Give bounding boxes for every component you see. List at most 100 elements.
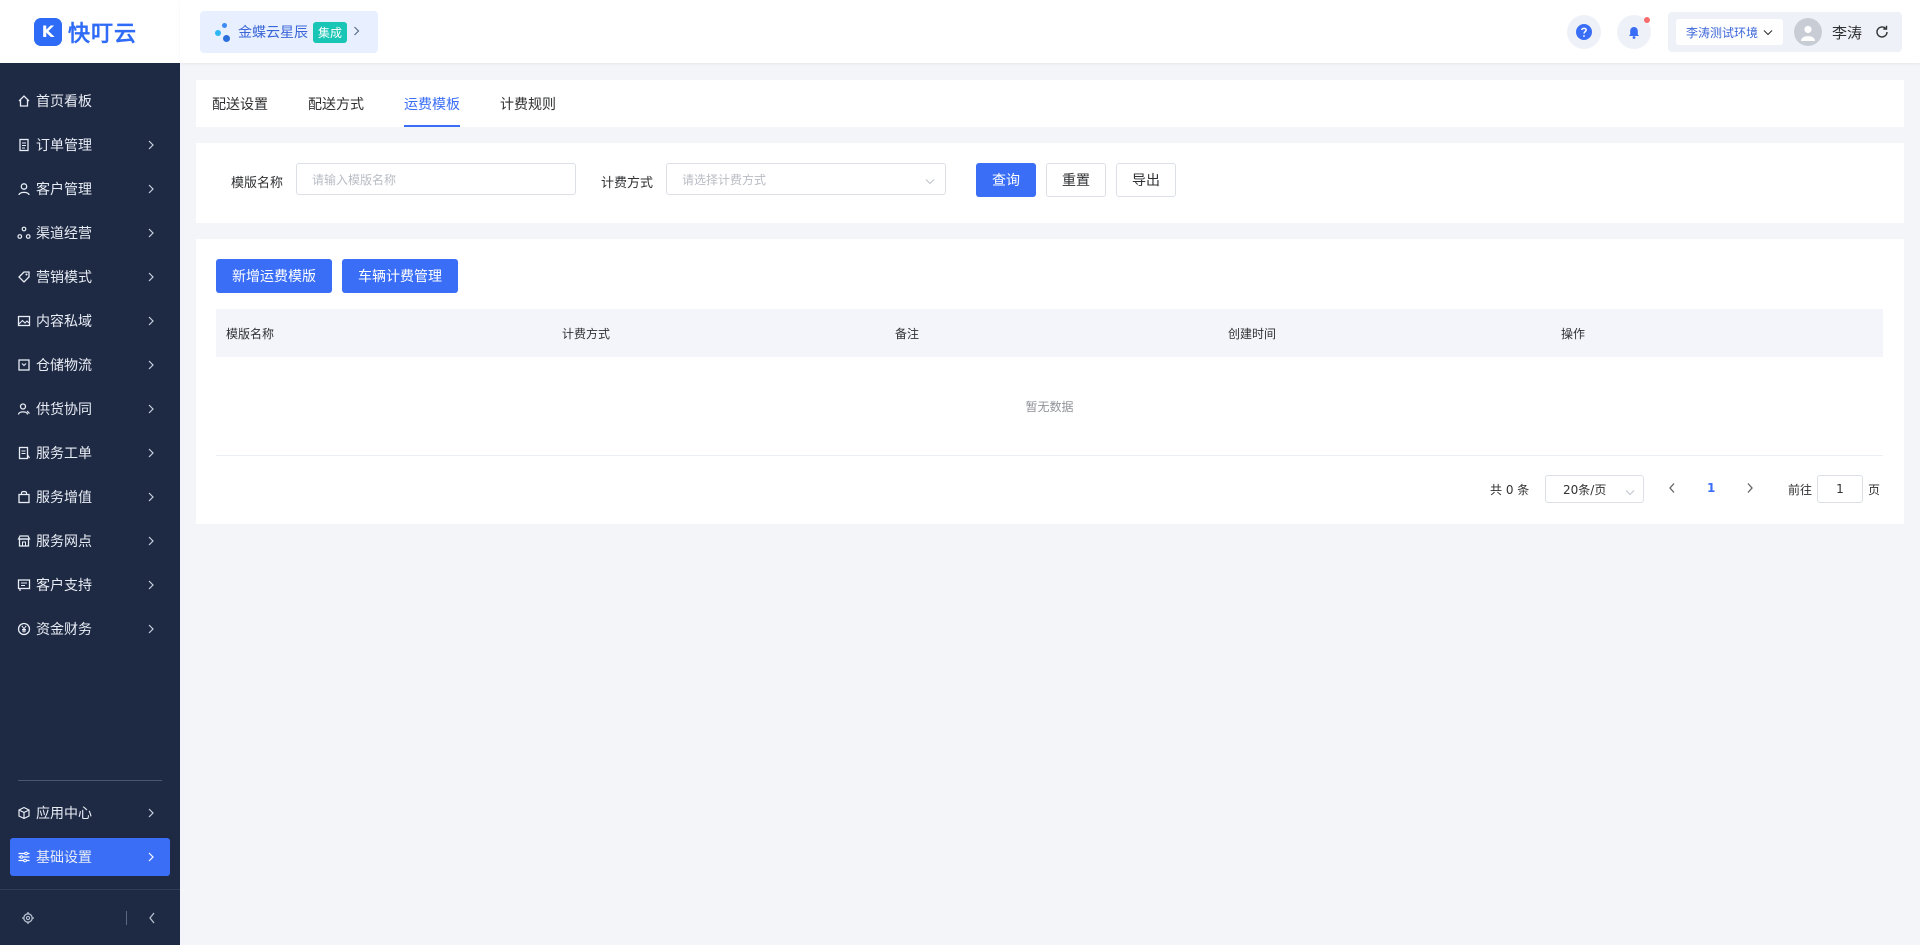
chevron-right-icon — [146, 360, 156, 370]
next-page-icon[interactable] — [1746, 482, 1754, 494]
help-button[interactable] — [1567, 15, 1601, 49]
sidebar-item-label: 客户管理 — [36, 182, 92, 198]
sidebar-item-service-outlets[interactable]: 服务网点 — [0, 519, 180, 563]
chevron-down-icon — [1625, 485, 1635, 499]
reset-button[interactable]: 重置 — [1046, 163, 1106, 197]
chevron-right-icon — [146, 580, 156, 590]
top-header: 金蝶云星辰 集成 李涛测试环境 李涛 — [180, 0, 1920, 63]
settings-list-icon — [16, 849, 32, 865]
org-logo-icon — [214, 21, 232, 43]
refresh-icon[interactable] — [1874, 24, 1890, 40]
column-header: 操作 — [1561, 327, 1586, 341]
user-icon — [16, 181, 32, 197]
chevron-right-icon — [146, 272, 156, 282]
tag-icon — [16, 269, 32, 285]
tab-bar: 配送设置 配送方式 运费模板 计费规则 — [196, 80, 1904, 127]
sidebar-item-label: 营销模式 — [36, 270, 92, 286]
sidebar-item-finance[interactable]: 资金财务 — [0, 607, 180, 651]
template-name-label: 模版名称 — [231, 176, 284, 191]
supply-icon — [16, 401, 32, 417]
warehouse-icon — [16, 357, 32, 373]
sidebar-item-support[interactable]: 客户支持 — [0, 563, 180, 607]
sidebar-item-label: 内容私域 — [36, 314, 92, 330]
gear-icon[interactable] — [0, 911, 56, 925]
chevron-right-icon — [146, 536, 156, 546]
chevron-right-icon — [146, 228, 156, 238]
goto-label: 前往 — [1788, 483, 1813, 497]
cube-icon — [16, 805, 32, 821]
sidebar-item-channels[interactable]: 渠道经营 — [0, 211, 180, 255]
column-header: 备注 — [895, 327, 920, 341]
tab-freight-templates[interactable]: 运费模板 — [404, 80, 460, 127]
sidebar-item-label: 首页看板 — [36, 94, 92, 110]
home-icon — [16, 93, 32, 109]
sidebar-item-customers[interactable]: 客户管理 — [0, 167, 180, 211]
chevron-right-icon — [353, 25, 360, 40]
yen-icon — [16, 621, 32, 637]
sidebar-item-label: 资金财务 — [36, 622, 92, 638]
sidebar-item-content[interactable]: 内容私域 — [0, 299, 180, 343]
sidebar-item-label: 服务增值 — [36, 490, 92, 506]
sidebar-item-orders[interactable]: 订单管理 — [0, 123, 180, 167]
sidebar-item-home[interactable]: 首页看板 — [0, 79, 180, 123]
billing-method-placeholder: 请选择计费方式 — [682, 172, 767, 187]
tab-delivery-methods[interactable]: 配送方式 — [308, 80, 364, 127]
sidebar-item-app-center[interactable]: 应用中心 — [0, 791, 180, 835]
chevron-right-icon — [146, 184, 156, 194]
empty-text: 暂无数据 — [1025, 399, 1074, 414]
vehicle-billing-button[interactable]: 车辆计费管理 — [342, 259, 458, 293]
bell-icon — [1629, 27, 1639, 39]
sidebar-item-value-added[interactable]: 服务增值 — [0, 475, 180, 519]
sidebar-bottom-nav: 应用中心 基础设置 — [0, 791, 180, 876]
chevron-down-icon — [925, 174, 935, 188]
sidebar-item-service-tickets[interactable]: 服务工单 — [0, 431, 180, 475]
page-size-select[interactable]: 20条/页 — [1545, 475, 1644, 503]
export-button[interactable]: 导出 — [1116, 163, 1176, 197]
add-freight-template-button[interactable]: 新增运费模版 — [216, 259, 332, 293]
goto-page-input[interactable]: 1 — [1817, 475, 1863, 503]
user-name[interactable]: 李涛 — [1832, 22, 1862, 43]
prev-page-icon[interactable] — [1668, 482, 1676, 494]
avatar[interactable] — [1794, 18, 1823, 46]
environment-select[interactable]: 李涛测试环境 — [1676, 19, 1784, 45]
collapse-sidebar-icon[interactable] — [137, 912, 167, 924]
column-header: 模版名称 — [226, 327, 275, 341]
template-name-input[interactable]: 请输入模版名称 — [296, 163, 576, 195]
sidebar-item-basic-settings[interactable]: 基础设置 — [10, 838, 170, 876]
logo-text: 快叮云 — [68, 21, 138, 47]
sidebar-item-label: 客户支持 — [36, 578, 92, 594]
environment-value: 李涛测试环境 — [1686, 25, 1759, 40]
page-size-value: 20条/页 — [1563, 482, 1607, 497]
sidebar-divider — [18, 780, 162, 781]
chevron-right-icon — [146, 448, 156, 458]
chevron-right-icon — [146, 808, 156, 818]
billing-method-label: 计费方式 — [601, 176, 654, 191]
page-suffix: 页 — [1868, 483, 1881, 497]
logo[interactable]: K 快叮云 — [0, 0, 180, 63]
table-header — [216, 309, 1883, 357]
chevron-right-icon — [146, 404, 156, 414]
sidebar-item-supply[interactable]: 供货协同 — [0, 387, 180, 431]
tab-billing-rules[interactable]: 计费规则 — [500, 80, 556, 127]
tab-delivery-settings[interactable]: 配送设置 — [212, 80, 268, 127]
empty-state: 暂无数据 — [216, 357, 1883, 456]
billing-method-select[interactable]: 请选择计费方式 — [666, 163, 946, 195]
sidebar-item-label: 服务网点 — [36, 534, 92, 550]
sidebar: K 快叮云 首页看板 订单管理 客户管理 渠道经营 营销模式 内容私域 仓储物流… — [0, 0, 180, 945]
ticket-icon — [16, 445, 32, 461]
sidebar-item-warehouse[interactable]: 仓储物流 — [0, 343, 180, 387]
notification-dot — [1644, 17, 1650, 23]
goto-page-value: 1 — [1836, 482, 1844, 496]
chevron-right-icon — [146, 316, 156, 326]
chevron-right-icon — [146, 624, 156, 634]
chevron-right-icon — [146, 140, 156, 150]
org-switcher[interactable]: 金蝶云星辰 集成 — [200, 11, 378, 53]
query-button[interactable]: 查询 — [976, 163, 1036, 197]
order-icon — [16, 137, 32, 153]
sidebar-item-marketing[interactable]: 营销模式 — [0, 255, 180, 299]
notifications-button[interactable] — [1617, 15, 1651, 49]
page-number-current[interactable]: 1 — [1707, 481, 1715, 495]
pagination-total: 共 0 条 — [1490, 483, 1530, 497]
sidebar-item-label: 应用中心 — [36, 806, 92, 822]
user-panel: 李涛测试环境 李涛 — [1668, 12, 1902, 52]
